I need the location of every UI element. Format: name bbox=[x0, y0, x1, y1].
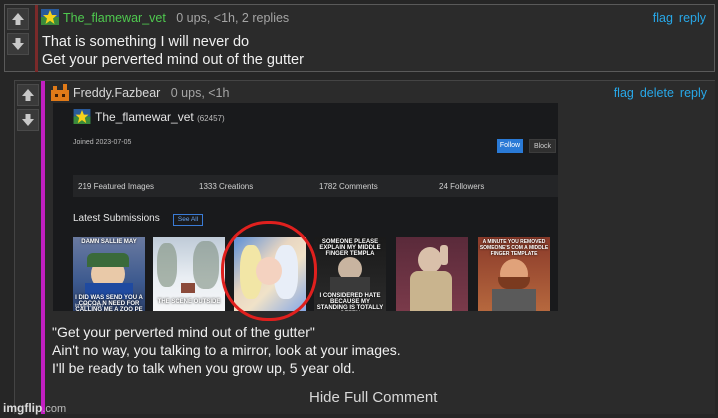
upvote-icon[interactable] bbox=[7, 8, 29, 30]
thumbnail-image: THE SCENE OUTSIDE bbox=[153, 237, 225, 311]
stat-featured: 219 Featured Images bbox=[78, 182, 155, 191]
hide-full-comment-button[interactable]: Hide Full Comment bbox=[309, 389, 437, 406]
comment-line: "Get your perverted mind out of the gutt… bbox=[52, 324, 315, 340]
profile-points: (62457) bbox=[197, 114, 225, 123]
profile-username-text: The_flamewar_vet bbox=[95, 110, 194, 124]
reply-accent-bar bbox=[41, 81, 45, 414]
stat-creations: 1333 Creations bbox=[199, 182, 254, 191]
thumbnail-watermark: imgflip.com bbox=[75, 303, 103, 309]
comment-meta: 0 ups, <1h bbox=[170, 86, 230, 100]
reply-link[interactable]: reply bbox=[679, 11, 706, 25]
flag-link[interactable]: flag bbox=[614, 86, 634, 100]
thumbnail-caption: DAMN SALLIE MAY bbox=[81, 239, 137, 245]
profile-screenshot-image: The_flamewar_vet (62457) Joined 2023-07-… bbox=[53, 103, 558, 321]
profile-joined: Joined 2023-07-05 bbox=[73, 139, 132, 146]
comment-actions: flag delete reply bbox=[608, 86, 707, 100]
thumbnail-image: A MINUTE YOU REMOVED SOMEONE'S COM A MID… bbox=[478, 237, 550, 311]
watermark-brand: imgflip bbox=[3, 401, 43, 415]
block-button: Block bbox=[529, 139, 556, 153]
thumbnail-caption: I CONSIDERED HATE BECAUSE MY STANDING IS… bbox=[316, 293, 384, 311]
thumbnail-caption: THE SCENE OUTSIDE bbox=[157, 299, 221, 305]
comment-the-flamewar-vet: The_flamewar_vet 0 ups, <1h, 2 replies f… bbox=[4, 4, 715, 72]
star-avatar-icon bbox=[41, 9, 59, 25]
comment-body: "Get your perverted mind out of the gutt… bbox=[52, 323, 401, 377]
thumbnail-image bbox=[396, 237, 468, 311]
thumbnail-image: SOMEONE PLEASE EXPLAIN MY MIDDLE FINGER … bbox=[314, 237, 386, 311]
comment-line: I'll be ready to talk when you grow up, … bbox=[52, 360, 356, 376]
delete-link[interactable]: delete bbox=[640, 86, 674, 100]
comment-accent-bar bbox=[35, 5, 38, 72]
profile-stats-bar: 219 Featured Images 1333 Creations 1782 … bbox=[73, 175, 558, 197]
profile-username: The_flamewar_vet (62457) bbox=[95, 110, 225, 124]
comment-line: That is something I will never do bbox=[42, 34, 250, 50]
pixel-avatar-icon bbox=[51, 84, 69, 101]
red-highlight-circle bbox=[221, 221, 317, 321]
comment-actions: flag reply bbox=[647, 11, 706, 25]
latest-submissions-heading: Latest Submissions bbox=[73, 213, 160, 224]
comment-header: Freddy.Fazbear 0 ups, <1h bbox=[73, 86, 229, 100]
follow-button: Follow bbox=[497, 139, 523, 153]
thumbnail-caption: SOMEONE PLEASE EXPLAIN MY MIDDLE FINGER … bbox=[319, 239, 381, 257]
comment-header: The_flamewar_vet 0 ups, <1h, 2 replies bbox=[63, 11, 289, 25]
username-link[interactable]: The_flamewar_vet bbox=[63, 11, 166, 25]
comment-freddy-fazbear: Freddy.Fazbear 0 ups, <1h flag delete repl… bbox=[14, 80, 715, 414]
upvote-icon[interactable] bbox=[17, 84, 39, 106]
comment-line: Ain't no way, you talking to a mirror, l… bbox=[52, 342, 401, 358]
flag-link[interactable]: flag bbox=[653, 11, 673, 25]
see-all-button: See All bbox=[173, 214, 203, 226]
downvote-icon[interactable] bbox=[7, 33, 29, 55]
comment-meta: 0 ups, <1h, 2 replies bbox=[176, 11, 290, 25]
thumbnail-caption: A MINUTE YOU REMOVED SOMEONE'S COM A MID… bbox=[479, 239, 549, 257]
stat-followers: 24 Followers bbox=[439, 182, 485, 191]
comment-line: Get your perverted mind out of the gutte… bbox=[42, 52, 304, 68]
reply-link[interactable]: reply bbox=[680, 86, 707, 100]
imgflip-watermark: imgflip.com bbox=[3, 401, 66, 415]
comment-body: That is something I will never do Get yo… bbox=[42, 33, 304, 69]
stat-comments: 1782 Comments bbox=[319, 182, 378, 191]
star-avatar-icon bbox=[73, 109, 91, 124]
downvote-icon[interactable] bbox=[17, 109, 39, 131]
thumbnail-image: DAMN SALLIE MAY I DID WAS SEND YOU A COC… bbox=[73, 237, 145, 311]
username-link[interactable]: Freddy.Fazbear bbox=[73, 86, 160, 100]
watermark-suffix: .com bbox=[42, 403, 67, 415]
